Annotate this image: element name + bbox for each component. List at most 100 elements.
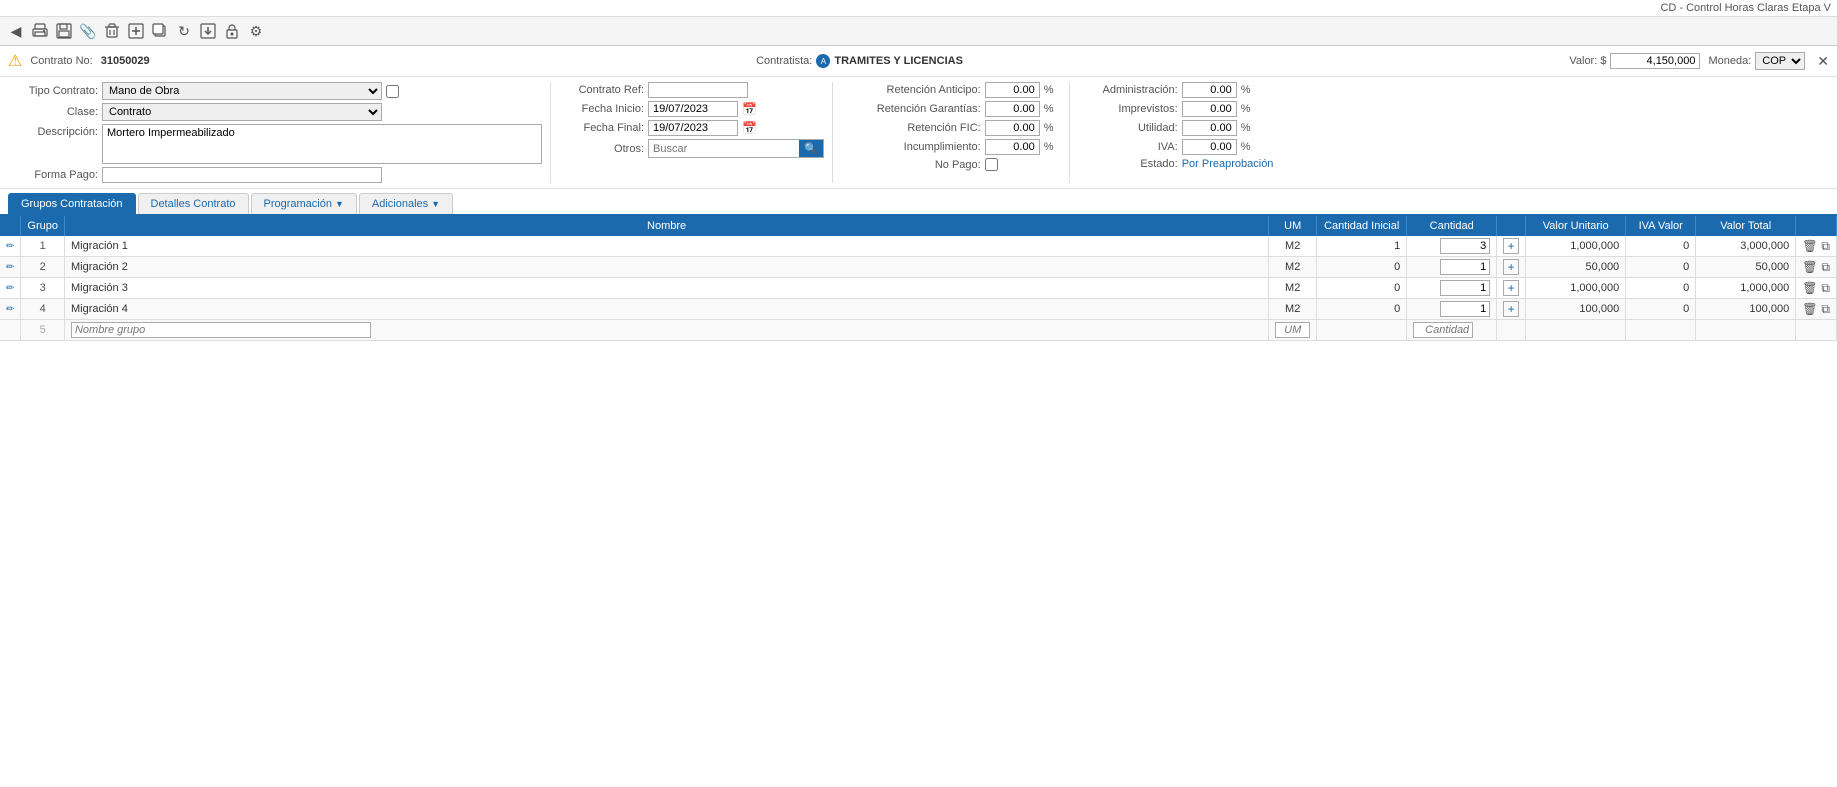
row1-nombre: Migración 1 (64, 236, 1268, 257)
newrow-cantidad-inicial-cell (1317, 320, 1407, 341)
row2-nombre: Migración 2 (64, 257, 1268, 278)
estado-label: Estado: (1078, 158, 1178, 170)
fecha-final-input[interactable] (648, 120, 738, 136)
clase-select[interactable]: Contrato Otro (102, 103, 382, 121)
row1-delete-icon[interactable]: 🗑 (1802, 239, 1817, 253)
row1-cantidad-input[interactable] (1440, 238, 1490, 254)
row4-edit-icon[interactable]: ✏ (0, 299, 21, 320)
retencion-garantias-input[interactable] (985, 101, 1040, 117)
row2-grupo: 2 (21, 257, 65, 278)
gear-icon[interactable]: ⚙ (246, 21, 266, 41)
row4-copy-icon[interactable]: ⧉ (1821, 302, 1830, 317)
grupos-table: Grupo Nombre UM Cantidad Inicial Cantida… (0, 216, 1837, 341)
incumplimiento-input[interactable] (985, 139, 1040, 155)
row2-plus-button[interactable]: + (1503, 259, 1519, 275)
row3-cantidad-input[interactable] (1440, 280, 1490, 296)
tab-adicionales-arrow: ▼ (431, 199, 440, 209)
descripcion-input[interactable]: Mortero Impermeabilizado (102, 124, 542, 164)
row4-actions: 🗑 ⧉ (1802, 302, 1830, 317)
row2-um: M2 (1269, 257, 1317, 278)
row4-delete-icon[interactable]: 🗑 (1802, 302, 1817, 316)
row1-grupo: 1 (21, 236, 65, 257)
duplicate-icon[interactable] (150, 21, 170, 41)
row3-iva-valor: 0 (1626, 278, 1696, 299)
table-new-row: 5 (0, 320, 1837, 341)
retencion-anticipo-input[interactable] (985, 82, 1040, 98)
back-icon[interactable]: ◀ (6, 21, 26, 41)
row1-plus-button[interactable]: + (1503, 238, 1519, 254)
moneda-select[interactable]: COP USD EUR (1755, 52, 1805, 70)
row1-valor-unitario: 1,000,000 (1526, 236, 1626, 257)
administracion-input[interactable] (1182, 82, 1237, 98)
tipo-select[interactable]: Mano de Obra Materiales Servicios (102, 82, 382, 100)
row3-valor-total: 1,000,000 (1696, 278, 1796, 299)
newrow-um-input[interactable] (1275, 322, 1310, 338)
contratista-value: TRAMITES Y LICENCIAS (834, 55, 963, 67)
iva-input[interactable] (1182, 139, 1237, 155)
row4-plus-button[interactable]: + (1503, 301, 1519, 317)
fecha-final-label: Fecha Final: (559, 122, 644, 134)
print-icon[interactable] (30, 21, 50, 41)
floppy-icon[interactable] (54, 21, 74, 41)
tab-adicionales[interactable]: Adicionales ▼ (359, 193, 453, 214)
retencion-fic-input[interactable] (985, 120, 1040, 136)
descripcion-label: Descripción: (8, 126, 98, 138)
tab-detalles[interactable]: Detalles Contrato (138, 193, 249, 214)
row4-nombre: Migración 4 (64, 299, 1268, 320)
row3-plus-button[interactable]: + (1503, 280, 1519, 296)
row2-cantidad-input[interactable] (1440, 259, 1490, 275)
newrow-cantidad-input[interactable] (1413, 322, 1473, 338)
estado-value[interactable]: Por Preaprobación (1182, 158, 1274, 170)
row3-edit-icon[interactable]: ✏ (0, 278, 21, 299)
forma-pago-input[interactable] (102, 167, 382, 183)
row2-actions: 🗑 ⧉ (1802, 260, 1830, 275)
row1-copy-icon[interactable]: ⧉ (1821, 239, 1830, 254)
fecha-inicio-input[interactable] (648, 101, 738, 117)
row1-edit-icon[interactable]: ✏ (0, 236, 21, 257)
tab-programacion[interactable]: Programación ▼ (251, 193, 357, 214)
utilidad-label: Utilidad: (1078, 122, 1178, 134)
row3-copy-icon[interactable]: ⧉ (1821, 281, 1830, 296)
newrow-nombre-input[interactable] (71, 322, 371, 338)
retencion-garantias-label: Retención Garantías: (841, 103, 981, 115)
tab-adicionales-label: Adicionales (372, 198, 428, 210)
newrow-grupo: 5 (21, 320, 65, 341)
lock-icon[interactable] (222, 21, 242, 41)
otros-search-button[interactable]: 🔍 (799, 140, 823, 157)
contrato-ref-label: Contrato Ref: (559, 84, 644, 96)
forma-pago-label: Forma Pago: (8, 169, 98, 181)
header-bar: ⚠ Contrato No: 31050029 Contratista: A T… (0, 46, 1837, 77)
row2-copy-icon[interactable]: ⧉ (1821, 260, 1830, 275)
col-plus-spacer (1497, 216, 1526, 236)
row3-delete-icon[interactable]: 🗑 (1802, 281, 1817, 295)
attach-icon[interactable]: 📎 (78, 21, 98, 41)
fecha-final-cal-icon[interactable]: 📅 (742, 121, 757, 135)
refresh-icon[interactable]: ↻ (174, 21, 194, 41)
export-icon[interactable] (198, 21, 218, 41)
imprevistos-input[interactable] (1182, 101, 1237, 117)
row4-cantidad-input[interactable] (1440, 301, 1490, 317)
row2-delete-icon[interactable]: 🗑 (1802, 260, 1817, 274)
add-icon[interactable] (126, 21, 146, 41)
fecha-inicio-cal-icon[interactable]: 📅 (742, 102, 757, 116)
valor-input[interactable]: 4,150,000 (1610, 53, 1700, 69)
col-valor-unitario: Valor Unitario (1526, 216, 1626, 236)
administracion-label: Administración: (1078, 84, 1178, 96)
close-button[interactable]: ✕ (1817, 53, 1829, 70)
form-col-2: Contrato Ref: Fecha Inicio: 📅 Fecha Fina… (559, 82, 824, 183)
tab-grupos[interactable]: Grupos Contratación (8, 193, 136, 214)
row2-edit-icon[interactable]: ✏ (0, 257, 21, 278)
row3-actions: 🗑 ⧉ (1802, 281, 1830, 296)
row4-valor-unitario: 100,000 (1526, 299, 1626, 320)
no-pago-checkbox[interactable] (985, 158, 998, 171)
tipo-checkbox[interactable] (386, 85, 399, 98)
otros-input[interactable] (649, 142, 799, 156)
table-row: ✏ 2 Migración 2 M2 0 + 50,000 0 50,000 🗑… (0, 257, 1837, 278)
row4-cantidad-cell (1407, 299, 1497, 320)
retencion-fic-label: Retención FIC: (841, 122, 981, 134)
newrow-cantidad-cell (1407, 320, 1497, 341)
delete-icon[interactable] (102, 21, 122, 41)
contrato-ref-input[interactable] (648, 82, 748, 98)
tab-grupos-label: Grupos Contratación (21, 198, 123, 210)
utilidad-input[interactable] (1182, 120, 1237, 136)
